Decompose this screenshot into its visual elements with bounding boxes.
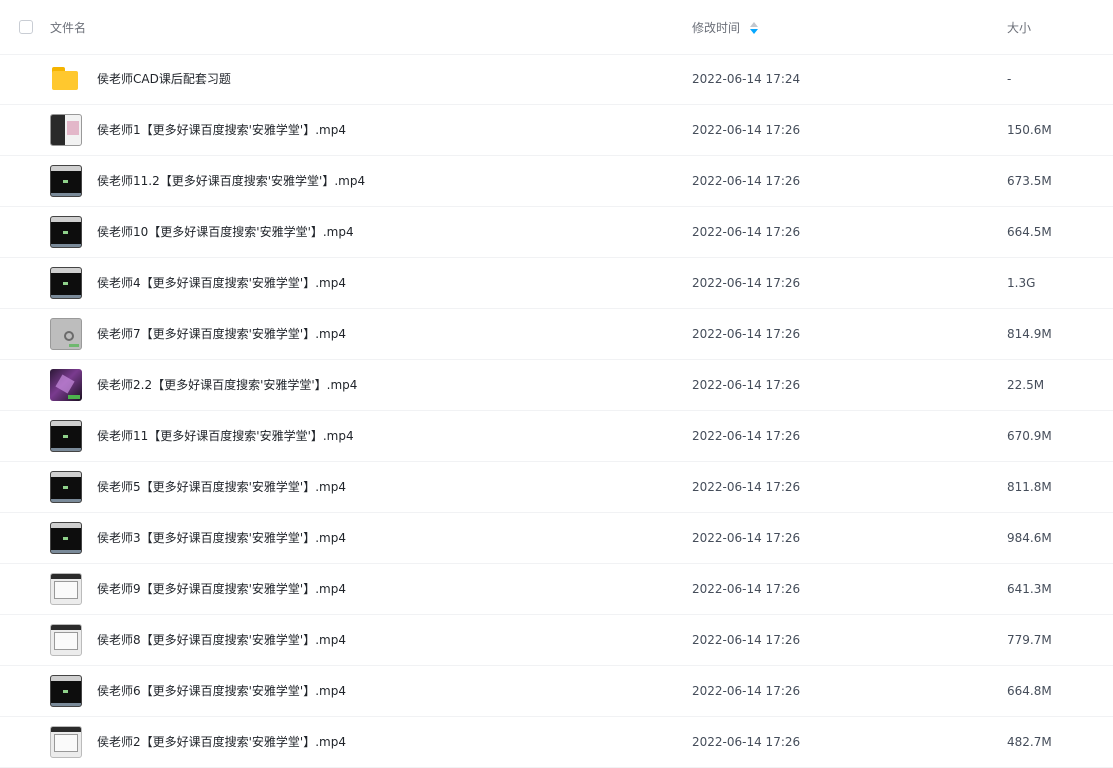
select-all-checkbox[interactable]: [19, 20, 33, 34]
file-size: 1.3G: [1007, 276, 1036, 290]
file-name[interactable]: 侯老师8【更多好课百度搜索'安雅学堂'】.mp4: [97, 632, 346, 648]
column-header-name[interactable]: 文件名: [50, 20, 86, 36]
file-row[interactable]: 侯老师11【更多好课百度搜索'安雅学堂'】.mp4 2022-06-14 17:2…: [0, 411, 1113, 462]
video-thumbnail-icon: [50, 369, 82, 401]
video-thumbnail-icon: [50, 522, 82, 554]
file-modified-time: 2022-06-14 17:26: [692, 684, 801, 698]
folder-icon: [50, 63, 82, 95]
video-thumbnail-icon: [50, 420, 82, 452]
file-row[interactable]: 侯老师11.2【更多好课百度搜索'安雅学堂'】.mp4 2022-06-14 17…: [0, 156, 1113, 207]
file-name[interactable]: 侯老师9【更多好课百度搜索'安雅学堂'】.mp4: [97, 581, 346, 597]
file-name[interactable]: 侯老师11.2【更多好课百度搜索'安雅学堂'】.mp4: [97, 173, 365, 189]
video-thumbnail-icon: [50, 318, 82, 350]
file-name[interactable]: 侯老师CAD课后配套习题: [97, 71, 231, 87]
file-size: -: [1007, 72, 1012, 86]
file-modified-time: 2022-06-14 17:26: [692, 633, 801, 647]
file-modified-time: 2022-06-14 17:26: [692, 123, 801, 137]
file-row[interactable]: 侯老师5【更多好课百度搜索'安雅学堂'】.mp4 2022-06-14 17:26…: [0, 462, 1113, 513]
video-thumbnail-icon: [50, 675, 82, 707]
sort-icon[interactable]: [750, 22, 758, 34]
file-modified-time: 2022-06-14 17:26: [692, 327, 801, 341]
file-row[interactable]: 侯老师2.2【更多好课百度搜索'安雅学堂'】.mp4 2022-06-14 17:…: [0, 360, 1113, 411]
video-thumbnail-icon: [50, 471, 82, 503]
file-name[interactable]: 侯老师2.2【更多好课百度搜索'安雅学堂'】.mp4: [97, 377, 357, 393]
file-name[interactable]: 侯老师3【更多好课百度搜索'安雅学堂'】.mp4: [97, 530, 346, 546]
file-size: 482.7M: [1007, 735, 1052, 749]
file-modified-time: 2022-06-14 17:26: [692, 582, 801, 596]
file-row[interactable]: 侯老师9【更多好课百度搜索'安雅学堂'】.mp4 2022-06-14 17:26…: [0, 564, 1113, 615]
file-size: 670.9M: [1007, 429, 1052, 443]
file-modified-time: 2022-06-14 17:26: [692, 735, 801, 749]
file-size: 664.8M: [1007, 684, 1052, 698]
file-size: 641.3M: [1007, 582, 1052, 596]
file-name[interactable]: 侯老师10【更多好课百度搜索'安雅学堂'】.mp4: [97, 224, 354, 240]
file-size: 984.6M: [1007, 531, 1052, 545]
file-modified-time: 2022-06-14 17:26: [692, 378, 801, 392]
file-modified-time: 2022-06-14 17:26: [692, 480, 801, 494]
file-row[interactable]: 侯老师8【更多好课百度搜索'安雅学堂'】.mp4 2022-06-14 17:26…: [0, 615, 1113, 666]
column-header-size[interactable]: 大小: [1007, 20, 1031, 36]
file-name[interactable]: 侯老师6【更多好课百度搜索'安雅学堂'】.mp4: [97, 683, 346, 699]
file-modified-time: 2022-06-14 17:26: [692, 174, 801, 188]
file-modified-time: 2022-06-14 17:26: [692, 531, 801, 545]
file-row[interactable]: 侯老师10【更多好课百度搜索'安雅学堂'】.mp4 2022-06-14 17:2…: [0, 207, 1113, 258]
file-modified-time: 2022-06-14 17:26: [692, 276, 801, 290]
column-header-modified-time[interactable]: 修改时间: [692, 20, 740, 36]
file-modified-time: 2022-06-14 17:26: [692, 225, 801, 239]
file-name[interactable]: 侯老师5【更多好课百度搜索'安雅学堂'】.mp4: [97, 479, 346, 495]
file-name[interactable]: 侯老师11【更多好课百度搜索'安雅学堂'】.mp4: [97, 428, 354, 444]
file-row[interactable]: 侯老师6【更多好课百度搜索'安雅学堂'】.mp4 2022-06-14 17:26…: [0, 666, 1113, 717]
video-thumbnail-icon: [50, 267, 82, 299]
file-row[interactable]: 侯老师CAD课后配套习题 2022-06-14 17:24 -: [0, 54, 1113, 105]
file-list-header: 文件名 修改时间 大小: [0, 0, 1113, 55]
video-thumbnail-icon: [50, 624, 82, 656]
file-row[interactable]: 侯老师3【更多好课百度搜索'安雅学堂'】.mp4 2022-06-14 17:26…: [0, 513, 1113, 564]
file-name[interactable]: 侯老师7【更多好课百度搜索'安雅学堂'】.mp4: [97, 326, 346, 342]
file-row[interactable]: 侯老师4【更多好课百度搜索'安雅学堂'】.mp4 2022-06-14 17:26…: [0, 258, 1113, 309]
file-size: 664.5M: [1007, 225, 1052, 239]
video-thumbnail-icon: [50, 216, 82, 248]
file-row[interactable]: 侯老师1【更多好课百度搜索'安雅学堂'】.mp4 2022-06-14 17:26…: [0, 105, 1113, 156]
file-name[interactable]: 侯老师4【更多好课百度搜索'安雅学堂'】.mp4: [97, 275, 346, 291]
file-modified-time: 2022-06-14 17:24: [692, 72, 801, 86]
file-size: 22.5M: [1007, 378, 1045, 392]
video-thumbnail-icon: [50, 726, 82, 758]
video-thumbnail-icon: [50, 573, 82, 605]
file-row[interactable]: 侯老师7【更多好课百度搜索'安雅学堂'】.mp4 2022-06-14 17:26…: [0, 309, 1113, 360]
file-row[interactable]: 侯老师2【更多好课百度搜索'安雅学堂'】.mp4 2022-06-14 17:26…: [0, 717, 1113, 768]
video-thumbnail-icon: [50, 165, 82, 197]
file-modified-time: 2022-06-14 17:26: [692, 429, 801, 443]
file-size: 673.5M: [1007, 174, 1052, 188]
file-name[interactable]: 侯老师2【更多好课百度搜索'安雅学堂'】.mp4: [97, 734, 346, 750]
file-size: 811.8M: [1007, 480, 1052, 494]
file-size: 779.7M: [1007, 633, 1052, 647]
file-size: 150.6M: [1007, 123, 1052, 137]
file-size: 814.9M: [1007, 327, 1052, 341]
video-thumbnail-icon: [50, 114, 82, 146]
file-name[interactable]: 侯老师1【更多好课百度搜索'安雅学堂'】.mp4: [97, 122, 346, 138]
